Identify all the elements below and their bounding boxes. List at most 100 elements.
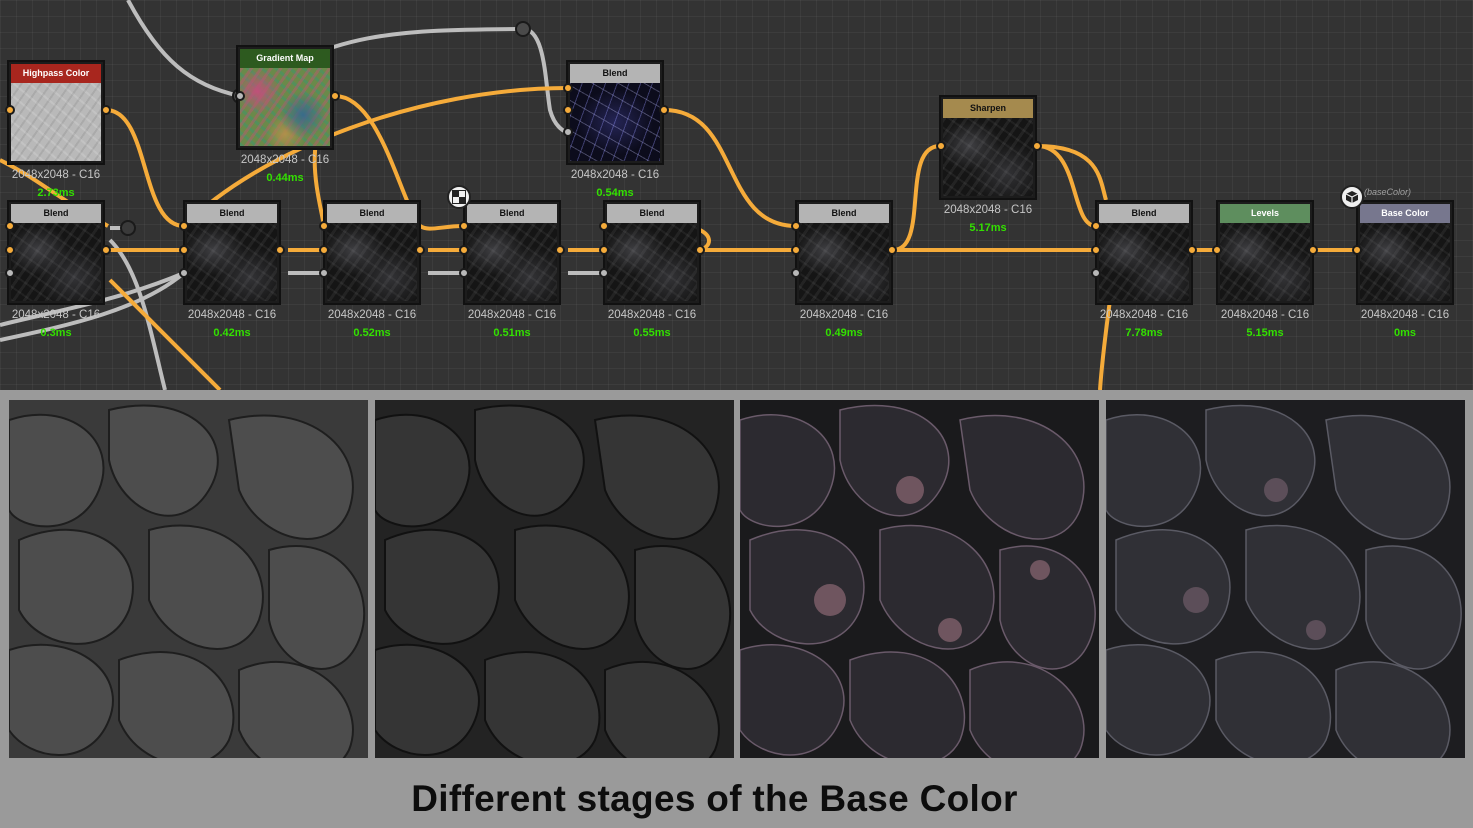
node-blend-3[interactable]: Blend 2048x2048 - C16 0.52ms — [323, 200, 421, 339]
output-port[interactable] — [695, 245, 705, 255]
node-time: 5.17ms — [969, 222, 1007, 234]
node-blend-7[interactable]: Blend 2048x2048 - C16 7.78ms — [1095, 200, 1193, 339]
output-port[interactable] — [275, 245, 285, 255]
input-port[interactable] — [563, 83, 573, 93]
input-port[interactable] — [599, 268, 609, 278]
input-port[interactable] — [5, 268, 15, 278]
node-title: Blend — [607, 204, 697, 223]
input-port[interactable] — [1212, 245, 1222, 255]
texture-image — [375, 400, 734, 758]
wire-orange — [1036, 144, 1108, 201]
node-resolution: 2048x2048 - C16 — [467, 309, 557, 321]
node-thumbnail — [187, 223, 277, 301]
input-port[interactable] — [319, 221, 329, 231]
output-port[interactable] — [1308, 245, 1318, 255]
output-port[interactable] — [101, 105, 111, 115]
output-port[interactable] — [330, 91, 340, 101]
node-time: 0ms — [1393, 327, 1417, 339]
texture-image — [740, 400, 1099, 758]
input-port[interactable] — [1352, 245, 1362, 255]
input-port[interactable] — [5, 221, 15, 231]
node-sharpen[interactable]: Sharpen 2048x2048 - C16 5.17ms — [939, 95, 1037, 234]
input-port[interactable] — [791, 268, 801, 278]
node-time: 0.54ms — [596, 187, 634, 199]
stage-preview-4 — [1106, 400, 1465, 758]
node-thumbnail — [11, 223, 101, 301]
texture-image — [9, 400, 368, 758]
node-graph-canvas[interactable]: Highpass Color 2048x2048 - C16 2.73ms Gr… — [0, 0, 1473, 390]
input-port[interactable] — [179, 221, 189, 231]
node-resolution: 2048x2048 - C16 — [1099, 309, 1189, 321]
node-blend-5[interactable]: Blend 2048x2048 - C16 0.55ms — [603, 200, 701, 339]
output-port[interactable] — [887, 245, 897, 255]
node-time: 0.42ms — [213, 327, 251, 339]
wire-grey — [126, 0, 241, 98]
node-title: Blend — [187, 204, 277, 223]
node-title: Blend — [570, 64, 660, 83]
node-gradient-map[interactable]: Gradient Map 2048x2048 - C16 0.44ms — [236, 45, 334, 184]
input-port[interactable] — [599, 221, 609, 231]
node-title: Highpass Color — [11, 64, 101, 83]
cube-icon[interactable] — [1340, 185, 1364, 209]
caption-text: Different stages of the Base Color — [411, 778, 1018, 819]
caption-title: Different stages of the Base Color — [0, 778, 1473, 820]
node-blend-2[interactable]: Blend 2048x2048 - C16 0.42ms — [183, 200, 281, 339]
node-thumbnail — [467, 223, 557, 301]
node-resolution: 2048x2048 - C16 — [799, 309, 889, 321]
stage-preview-1 — [9, 400, 368, 758]
node-time: 0.3ms — [40, 327, 72, 339]
input-port[interactable] — [563, 105, 573, 115]
node-title: Blend — [1099, 204, 1189, 223]
node-thumbnail — [11, 83, 101, 161]
input-port[interactable] — [459, 268, 469, 278]
node-resolution: 2048x2048 - C16 — [607, 309, 697, 321]
stage-preview-2 — [375, 400, 734, 758]
wire-orange — [105, 108, 185, 228]
input-port[interactable] — [235, 91, 245, 101]
output-port[interactable] — [415, 245, 425, 255]
node-title: Gradient Map — [240, 49, 330, 68]
node-highpass-color[interactable]: Highpass Color 2048x2048 - C16 2.73ms — [7, 60, 105, 199]
node-resolution: 2048x2048 - C16 — [1220, 309, 1310, 321]
input-port[interactable] — [936, 141, 946, 151]
output-port[interactable] — [1187, 245, 1197, 255]
node-thumbnail — [570, 83, 660, 161]
input-port[interactable] — [599, 245, 609, 255]
node-blend-4[interactable]: Blend 2048x2048 - C16 0.51ms — [463, 200, 561, 339]
output-port[interactable] — [1032, 141, 1042, 151]
input-port[interactable] — [459, 221, 469, 231]
node-title: Blend — [467, 204, 557, 223]
input-port[interactable] — [791, 221, 801, 231]
input-port[interactable] — [1091, 221, 1101, 231]
checker-icon[interactable] — [447, 185, 471, 209]
input-port[interactable] — [5, 105, 15, 115]
node-time: 0.49ms — [825, 327, 863, 339]
input-port[interactable] — [563, 127, 573, 137]
input-port[interactable] — [459, 245, 469, 255]
node-blend-top[interactable]: Blend 2048x2048 - C16 0.54ms — [566, 60, 664, 199]
node-blend-6[interactable]: Blend 2048x2048 - C16 0.49ms — [795, 200, 893, 339]
input-port[interactable] — [1091, 268, 1101, 278]
node-resolution: 2048x2048 - C16 — [570, 169, 660, 181]
stage-preview-3 — [740, 400, 1099, 758]
node-title: Blend — [327, 204, 417, 223]
input-port[interactable] — [5, 245, 15, 255]
output-port[interactable] — [101, 245, 111, 255]
node-blend-1[interactable]: Blend 2048x2048 - C16 0.3ms — [7, 200, 105, 339]
node-resolution: 2048x2048 - C16 — [327, 309, 417, 321]
input-port[interactable] — [791, 245, 801, 255]
input-port[interactable] — [319, 245, 329, 255]
node-thumbnail — [1220, 223, 1310, 301]
input-port[interactable] — [179, 268, 189, 278]
node-resolution: 2048x2048 - C16 — [11, 169, 101, 181]
node-time: 0.55ms — [633, 327, 671, 339]
node-thumbnail — [607, 223, 697, 301]
output-port[interactable] — [555, 245, 565, 255]
node-levels[interactable]: Levels 2048x2048 - C16 5.15ms — [1216, 200, 1314, 339]
input-port[interactable] — [1091, 245, 1101, 255]
node-base-color-output[interactable]: Base Color 2048x2048 - C16 0ms — [1356, 200, 1454, 339]
input-port[interactable] — [179, 245, 189, 255]
node-resolution: 2048x2048 - C16 — [11, 309, 101, 321]
output-port[interactable] — [659, 105, 669, 115]
input-port[interactable] — [319, 268, 329, 278]
